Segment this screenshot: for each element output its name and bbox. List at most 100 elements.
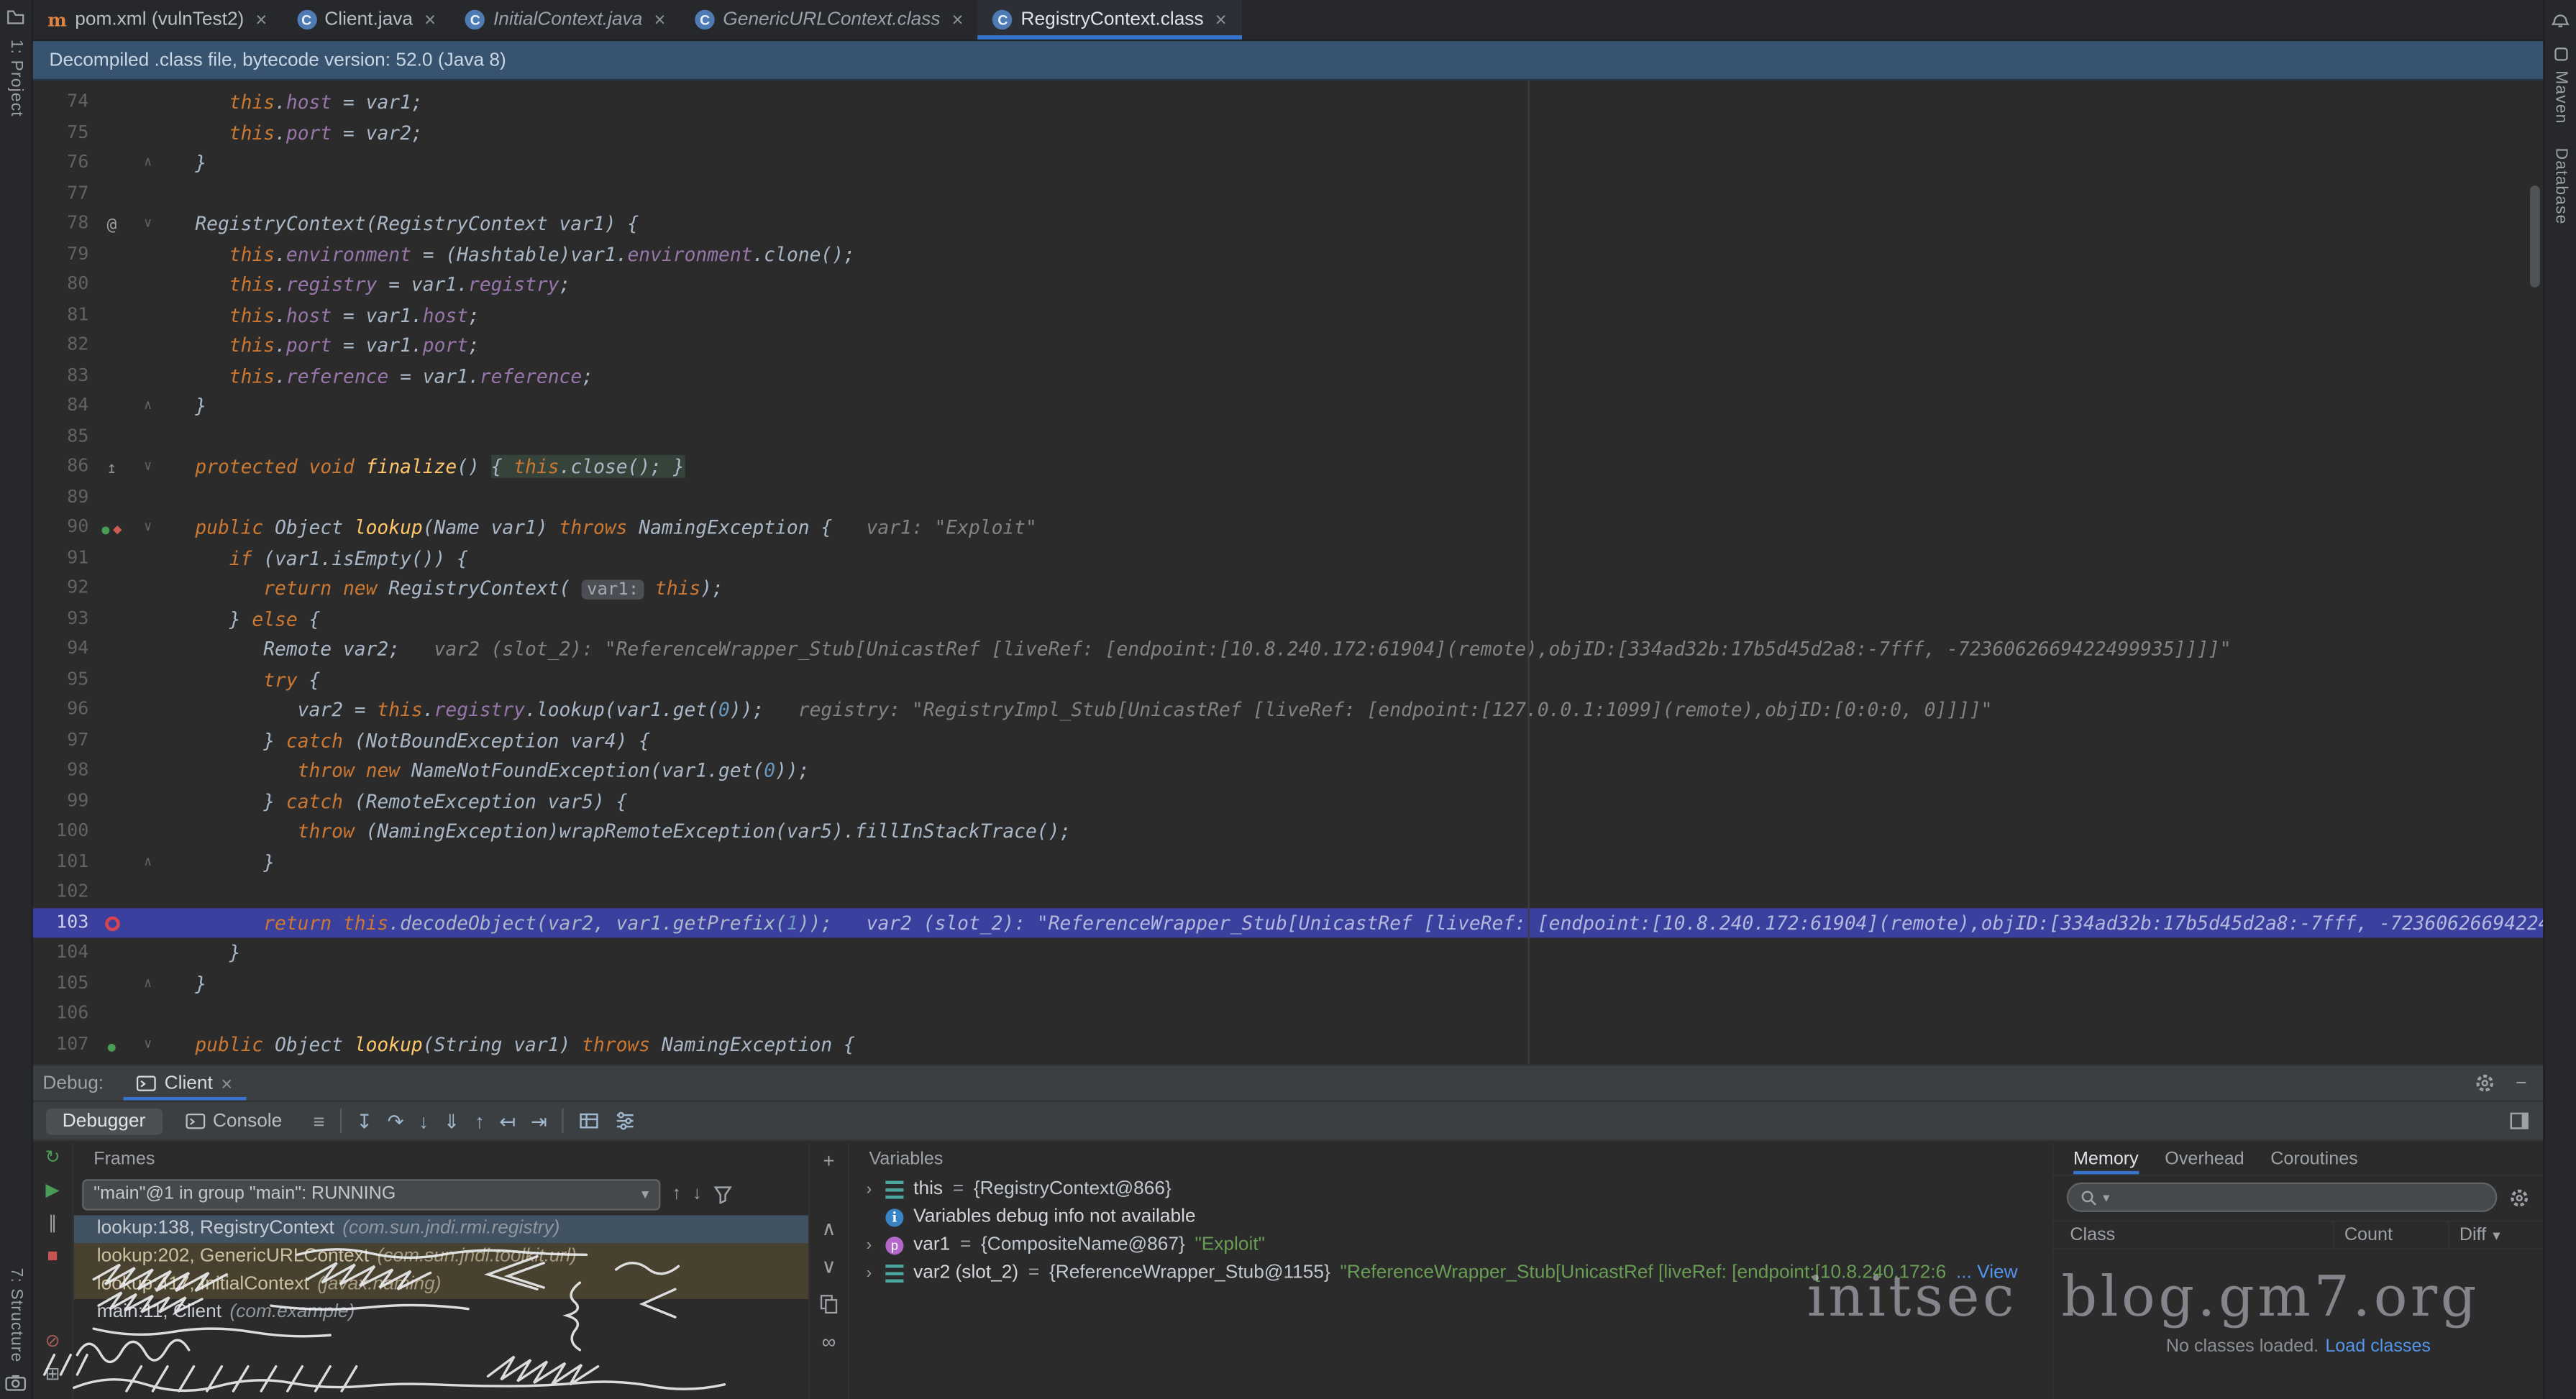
line-number[interactable]: 85 bbox=[33, 421, 89, 451]
fold-marker-icon[interactable]: ∨ bbox=[134, 513, 161, 543]
run-to-cursor-icon[interactable]: ⇥ bbox=[531, 1111, 547, 1130]
fold-marker-icon[interactable]: ∧ bbox=[134, 848, 161, 878]
line-number[interactable]: 102 bbox=[33, 878, 89, 908]
toolwindow-button-structure[interactable]: 7: Structure bbox=[6, 1268, 24, 1363]
gear-icon[interactable] bbox=[2475, 1073, 2496, 1094]
column-header-count[interactable]: Count bbox=[2333, 1222, 2448, 1249]
resume-icon[interactable]: ▶ bbox=[45, 1183, 59, 1201]
rerun-icon[interactable]: ↻ bbox=[45, 1150, 60, 1168]
memory-tab-memory[interactable]: Memory bbox=[2073, 1143, 2139, 1174]
variable-row[interactable]: ›this = {RegistryContext@866} bbox=[849, 1176, 2052, 1204]
breakpoint-icon[interactable] bbox=[104, 917, 119, 932]
minimize-icon[interactable]: − bbox=[2516, 1073, 2526, 1093]
toolwindow-button-maven[interactable]: Maven bbox=[2552, 70, 2570, 124]
search-options-chevron-icon[interactable]: ▾ bbox=[2103, 1190, 2109, 1205]
variable-row[interactable]: ›pvar1 = {CompositeName@867} "Exploit" bbox=[849, 1231, 2052, 1260]
frame-row[interactable]: lookup:138, RegistryContext(com.sun.jndi… bbox=[74, 1215, 808, 1243]
gutter-icons[interactable]: ●◆ bbox=[88, 513, 134, 546]
column-header-diff[interactable]: Diff▾ bbox=[2448, 1222, 2543, 1249]
copy-icon[interactable] bbox=[820, 1294, 838, 1313]
editor-tab[interactable]: CClient.java× bbox=[282, 0, 451, 40]
line-number[interactable]: 78 bbox=[33, 208, 89, 239]
line-number[interactable]: 96 bbox=[33, 695, 89, 725]
line-number[interactable]: 101 bbox=[33, 848, 89, 878]
line-number[interactable]: 106 bbox=[33, 999, 89, 1029]
line-number[interactable]: 105 bbox=[33, 969, 89, 999]
scrollbar-thumb[interactable] bbox=[2530, 185, 2540, 288]
frame-row[interactable]: lookup:417, InitialContext(javax.naming) bbox=[74, 1271, 808, 1299]
gutter-icons[interactable]: ↥ bbox=[88, 452, 134, 486]
override-marker-icon[interactable]: ↥ bbox=[106, 460, 117, 478]
notifications-bell-icon[interactable] bbox=[2552, 8, 2570, 27]
infinity-icon[interactable]: ∞ bbox=[822, 1332, 836, 1352]
fold-marker-icon[interactable]: ∧ bbox=[134, 969, 161, 999]
variable-row[interactable]: iVariables debug info not available bbox=[849, 1204, 2052, 1232]
line-number[interactable]: 107 bbox=[33, 1029, 89, 1060]
project-icon[interactable] bbox=[6, 8, 24, 26]
close-icon[interactable]: × bbox=[221, 1072, 232, 1095]
line-number[interactable]: 81 bbox=[33, 300, 89, 330]
drop-frame-icon[interactable]: ↤ bbox=[499, 1111, 516, 1130]
toolwindow-button-database[interactable]: Database bbox=[2552, 147, 2570, 224]
toolwindow-button-project[interactable]: 1: Project bbox=[6, 40, 24, 117]
line-number[interactable]: 91 bbox=[33, 543, 89, 574]
line-number[interactable]: 97 bbox=[33, 725, 89, 756]
step-over-icon[interactable]: ↷ bbox=[388, 1111, 404, 1130]
gutter-icons[interactable]: @ bbox=[88, 208, 134, 242]
code-editor[interactable]: 74 this.host = var1;75 this.port = var2;… bbox=[33, 81, 2544, 1064]
line-number[interactable]: 75 bbox=[33, 117, 89, 147]
thread-dropdown[interactable]: "main"@1 in group "main": RUNNING ▾ bbox=[82, 1178, 660, 1209]
fold-marker-icon[interactable]: ∧ bbox=[134, 391, 161, 421]
filter-funnel-icon[interactable] bbox=[713, 1184, 732, 1203]
line-number[interactable]: 74 bbox=[33, 87, 89, 117]
next-frame-icon[interactable]: ↓ bbox=[693, 1184, 702, 1203]
memory-search-input[interactable]: ▾ bbox=[2067, 1183, 2498, 1212]
fold-marker-icon[interactable]: ∨ bbox=[134, 452, 161, 482]
close-icon[interactable]: × bbox=[1215, 8, 1227, 31]
line-number[interactable]: 80 bbox=[33, 270, 89, 300]
editor-tab[interactable]: mpom.xml (vulnTest2)× bbox=[33, 0, 282, 40]
fold-marker-icon[interactable]: ∨ bbox=[134, 1029, 161, 1060]
close-icon[interactable]: × bbox=[654, 8, 665, 31]
evaluate-table-icon[interactable] bbox=[578, 1110, 600, 1132]
frame-row[interactable]: main:11, Client(com.example) bbox=[74, 1299, 808, 1327]
line-number[interactable]: 76 bbox=[33, 148, 89, 178]
memory-tab-overhead[interactable]: Overhead bbox=[2165, 1143, 2244, 1174]
add-watch-icon[interactable]: + bbox=[823, 1151, 834, 1170]
view-tab-console[interactable]: Console bbox=[168, 1108, 298, 1134]
load-classes-link[interactable]: Load classes bbox=[2325, 1337, 2431, 1357]
line-number[interactable]: 84 bbox=[33, 391, 89, 421]
line-number[interactable]: 99 bbox=[33, 786, 89, 817]
gutter-icons[interactable] bbox=[88, 908, 134, 938]
settings-sliders-icon[interactable] bbox=[614, 1110, 636, 1132]
scroll-down-icon[interactable]: ∨ bbox=[821, 1257, 836, 1276]
memory-settings-gear-icon[interactable] bbox=[2508, 1187, 2530, 1208]
view-breakpoints-icon[interactable]: ⊞ bbox=[45, 1367, 60, 1385]
memory-tab-coroutines[interactable]: Coroutines bbox=[2270, 1143, 2358, 1174]
stop-icon[interactable]: ■ bbox=[47, 1248, 58, 1266]
editor-tab[interactable]: CGenericURLContext.class× bbox=[680, 0, 978, 40]
camera-icon[interactable] bbox=[5, 1375, 27, 1391]
mute-breakpoints-icon[interactable]: ⊘ bbox=[45, 1334, 60, 1352]
editor-tab[interactable]: CInitialContext.java× bbox=[451, 0, 680, 40]
implement-marker-icon[interactable]: ● bbox=[101, 523, 109, 538]
chevron-right-icon[interactable]: › bbox=[862, 1231, 875, 1260]
line-number[interactable]: 92 bbox=[33, 574, 89, 604]
show-execution-point-icon[interactable]: ↧ bbox=[356, 1111, 373, 1130]
line-number[interactable]: 86 bbox=[33, 452, 89, 482]
line-number[interactable]: 93 bbox=[33, 604, 89, 634]
line-number[interactable]: 77 bbox=[33, 178, 89, 208]
line-number[interactable]: 103 bbox=[33, 908, 89, 938]
chevron-right-icon[interactable]: › bbox=[862, 1260, 875, 1288]
fold-marker-icon[interactable]: ∧ bbox=[134, 148, 161, 178]
editor-tab[interactable]: CRegistryContext.class× bbox=[978, 0, 1241, 40]
close-icon[interactable]: × bbox=[424, 8, 436, 31]
close-icon[interactable]: × bbox=[255, 8, 267, 31]
pause-icon[interactable]: ∥ bbox=[48, 1215, 58, 1233]
line-number[interactable]: 90 bbox=[33, 513, 89, 543]
layout-settings-icon[interactable] bbox=[2508, 1110, 2530, 1132]
editor-scrollbar[interactable] bbox=[2529, 81, 2541, 1064]
implement-marker-icon[interactable]: ● bbox=[108, 1040, 116, 1055]
frame-row[interactable]: lookup:202, GenericURLContext(com.sun.jn… bbox=[74, 1243, 808, 1271]
step-out-icon[interactable]: ↑ bbox=[475, 1111, 485, 1130]
